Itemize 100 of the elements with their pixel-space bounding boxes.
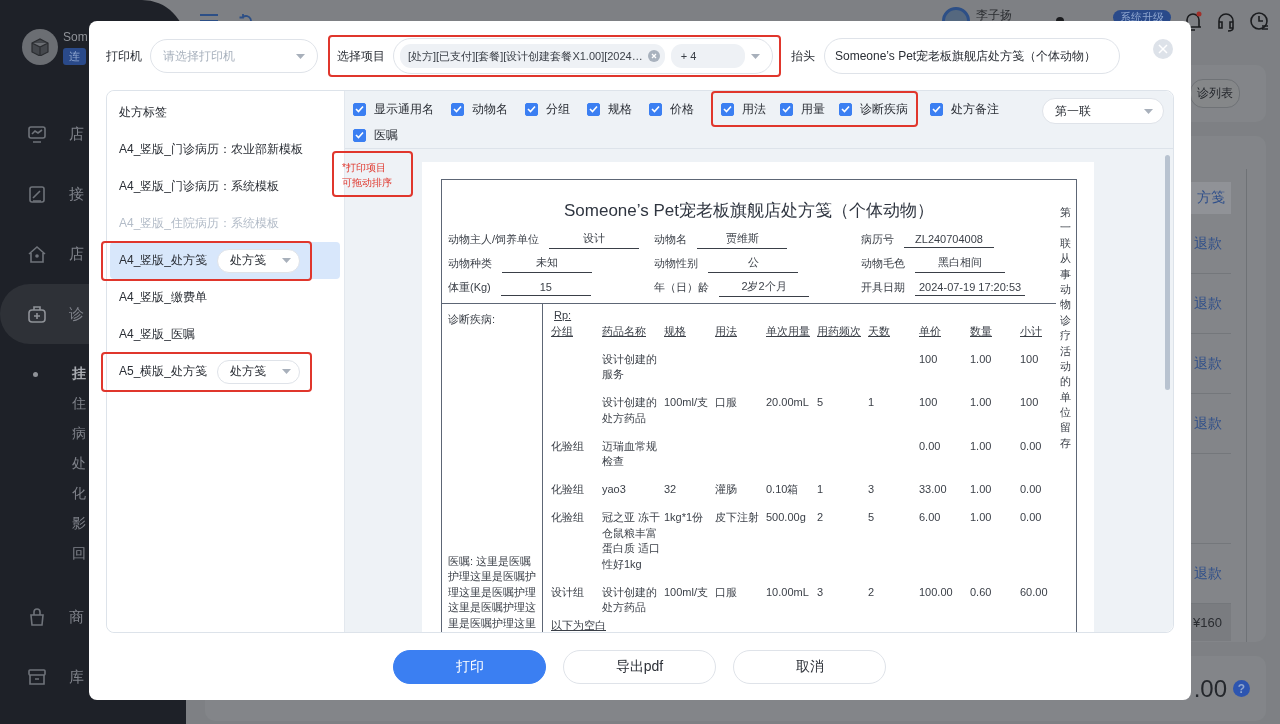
nav-item[interactable]: 接 xyxy=(69,184,84,204)
tag-chip[interactable]: [处方][已支付][套餐][设计创建套餐X1.00][2024… xyxy=(400,44,665,68)
table-cell-text: 化验组 xyxy=(551,482,585,497)
nav-subitem[interactable]: 挂 xyxy=(72,365,86,383)
caret-icon xyxy=(751,53,760,59)
box-icon xyxy=(30,38,50,56)
table-cell-text: 0.00 xyxy=(919,438,942,454)
user-name: Som xyxy=(63,29,88,44)
dialog-button[interactable]: 导出pdf xyxy=(563,649,716,684)
list-button[interactable]: 诊列表 xyxy=(1190,79,1240,108)
checkbox-label[interactable]: 显示通用名 xyxy=(374,100,434,118)
table-cell-text: 1 xyxy=(868,395,876,410)
bag-icon[interactable] xyxy=(27,607,47,627)
medical-case-icon[interactable] xyxy=(27,304,47,324)
copy-select[interactable]: 第一联 xyxy=(1042,98,1164,124)
nav-subitem[interactable]: 回 xyxy=(72,545,86,563)
table-cell-text: 20.00mL xyxy=(766,395,810,410)
close-icon[interactable] xyxy=(647,50,660,62)
checkbox[interactable] xyxy=(839,102,852,116)
nav-subitem[interactable]: 影 xyxy=(72,515,86,533)
checkbox-label[interactable]: 动物名 xyxy=(472,100,508,118)
format-select[interactable]: 处方笺 xyxy=(217,248,301,273)
amount-text: .00 xyxy=(1193,674,1227,703)
checkbox-label[interactable]: 规格 xyxy=(608,100,632,118)
table-cell-text: 化验组 xyxy=(551,438,585,454)
checkbox[interactable] xyxy=(587,102,600,116)
table-cell-text: yao3 xyxy=(602,482,627,497)
tag-text: [处方][已支付][套餐][设计创建套餐X1.00][2024… xyxy=(408,48,643,64)
nav-subitem[interactable]: 病 xyxy=(72,425,86,443)
checkbox-label[interactable]: 诊断疾病 xyxy=(860,100,908,118)
table-cell-text: 2 xyxy=(868,584,876,600)
caret-icon xyxy=(282,258,292,263)
checkbox[interactable] xyxy=(780,102,793,116)
table-cell-text: 皮下注射 xyxy=(715,510,760,525)
dialog-button[interactable]: 取消 xyxy=(733,649,886,684)
checkbox-label[interactable]: 处方备注 xyxy=(951,100,999,118)
checkbox[interactable] xyxy=(649,102,662,116)
header-label: 抬头 xyxy=(791,47,815,65)
table-cell-text: 0.10箱 xyxy=(766,482,800,497)
house-icon[interactable] xyxy=(27,244,47,264)
nav-subitem[interactable]: 住 xyxy=(72,395,86,413)
column-header: 药品名称 xyxy=(602,323,647,339)
cabinet-icon[interactable] xyxy=(27,667,47,687)
table-cell-text: 0.60 xyxy=(970,584,993,600)
checkbox-label[interactable]: 分组 xyxy=(546,100,570,118)
table-cell-text: 设计创建的处方药品 xyxy=(602,395,658,426)
checkbox[interactable] xyxy=(721,102,734,116)
monitor-icon[interactable] xyxy=(27,124,47,144)
total-amount: ¥160 xyxy=(1193,615,1222,630)
checkbox[interactable] xyxy=(930,102,943,116)
template-item[interactable]: A4_竖版_医嘱 xyxy=(107,316,344,353)
table-cell-text: 设计创建的服务 xyxy=(602,351,658,382)
checkbox-label[interactable]: 用法 xyxy=(742,100,766,118)
checkbox[interactable] xyxy=(451,102,464,116)
nav-subitem[interactable]: 处 xyxy=(72,455,86,473)
field-label: 动物性别 xyxy=(654,255,698,271)
field-label: 动物种类 xyxy=(448,255,492,271)
tag-chip[interactable]: + 4 xyxy=(670,44,745,68)
field-value: 2岁2个月 xyxy=(719,279,809,297)
table-cell-text: 100 xyxy=(919,351,939,367)
clipboard-icon[interactable] xyxy=(27,184,47,204)
template-item[interactable]: A5_横版_处方笺 处方笺 xyxy=(107,353,344,390)
table-cell-text: 设计创建的处方药品 xyxy=(602,584,658,615)
print-button[interactable]: 打印 xyxy=(393,649,546,684)
template-item[interactable]: 处方标签 xyxy=(107,94,344,131)
column-header: 单次用量 xyxy=(766,323,811,339)
table-cell-text: 1 xyxy=(817,482,825,497)
table-cell-text: 33.00 xyxy=(919,482,948,497)
table-cell-text: 化验组 xyxy=(551,510,585,525)
checkbox-label[interactable]: 用量 xyxy=(801,100,825,118)
field-value: 黑白相间 xyxy=(915,255,1005,273)
table-cell-text: 100 xyxy=(1020,351,1040,367)
template-item[interactable]: A4_竖版_缴费单 xyxy=(107,279,344,316)
checkbox-label[interactable]: 医嘱 xyxy=(374,126,398,144)
items-label: 选择项目 xyxy=(337,47,385,65)
field-label: 年（日）龄 xyxy=(654,279,709,295)
table-cell-text: 100ml/支 xyxy=(664,395,710,410)
checkbox[interactable] xyxy=(353,128,366,142)
scrollbar-thumb[interactable] xyxy=(1165,155,1170,390)
column-header: 数量 xyxy=(970,323,993,339)
nav-subitem[interactable]: 化 xyxy=(72,485,86,503)
nav-item[interactable]: 商 xyxy=(69,607,84,627)
field-value: 设计 xyxy=(549,231,640,249)
nav-item[interactable]: 店 xyxy=(69,124,84,144)
column-header: 用药频次 xyxy=(817,323,862,339)
header-input-field[interactable]: Someone’s Pet宠老板旗舰店处方笺（个体动物） xyxy=(824,38,1120,74)
field-label: 动物名 xyxy=(654,231,687,247)
table-cell-text: 5 xyxy=(868,510,876,525)
field-value: ZL240704008 xyxy=(904,232,994,248)
field-value: 2024-07-19 17:20:53 xyxy=(915,280,1026,296)
table-cell-text: 5 xyxy=(817,395,825,410)
format-select[interactable]: 处方笺 xyxy=(217,359,301,384)
checkbox[interactable] xyxy=(353,102,366,116)
checkbox[interactable] xyxy=(525,102,538,116)
nav-item[interactable]: 店 xyxy=(69,244,84,264)
checkbox-label[interactable]: 价格 xyxy=(670,100,694,118)
table-cell-text: 1.00 xyxy=(970,510,993,525)
headset-icon[interactable] xyxy=(1216,10,1237,32)
nav-item[interactable]: 库 xyxy=(69,667,84,687)
clock-icon[interactable] xyxy=(1249,10,1270,32)
